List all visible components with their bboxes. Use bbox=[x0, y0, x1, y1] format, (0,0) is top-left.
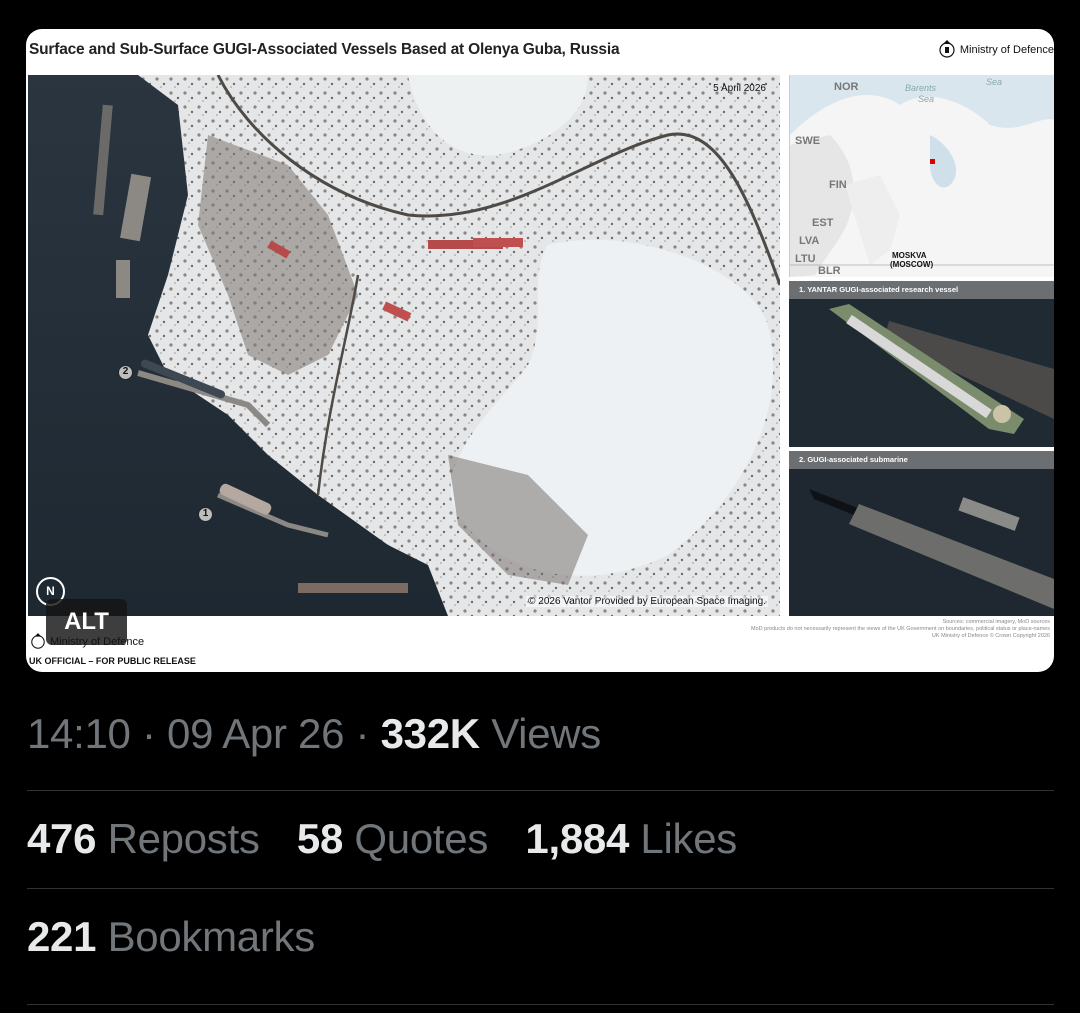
bookmarks-label: Bookmarks bbox=[107, 913, 316, 960]
panel-caption-1: 1. YANTAR GUGI-associated research vesse… bbox=[789, 281, 1054, 299]
location-marker-icon bbox=[930, 159, 935, 164]
submarine-image bbox=[789, 469, 1054, 616]
vessel-marker-1: 1 bbox=[198, 507, 213, 522]
tweet-time[interactable]: 14:10 bbox=[27, 710, 131, 757]
views-label: Views bbox=[491, 710, 601, 757]
inset-panel-research-vessel: 1. YANTAR GUGI-associated research vesse… bbox=[789, 281, 1054, 447]
likes-stat-link[interactable]: 1,884 Likes bbox=[525, 815, 737, 863]
map-sea-label-barents: Barents bbox=[905, 83, 937, 93]
bookmarks-stat-link[interactable]: 221 Bookmarks bbox=[27, 913, 315, 961]
map-label-swe: SWE bbox=[795, 135, 821, 147]
tweet-timestamp-line: 14:10 · 09 Apr 26 · 332K Views bbox=[27, 710, 601, 758]
map-city-moskva: MOSKVA bbox=[892, 251, 927, 260]
bookmarks-count: 221 bbox=[27, 913, 97, 960]
divider bbox=[27, 888, 1054, 889]
reposts-count: 476 bbox=[27, 815, 97, 862]
location-inset-map: NOR SWE FIN EST LVA LTU BLR Barents Sea … bbox=[789, 75, 1054, 277]
map-label-blr: BLR bbox=[818, 265, 841, 277]
royal-crest-icon-footer bbox=[31, 633, 45, 649]
reposts-stat-link[interactable]: 476 Reposts bbox=[27, 815, 260, 863]
royal-crest-icon bbox=[939, 40, 955, 58]
tweet-media-image[interactable]: Surface and Sub-Surface GUGI-Associated … bbox=[26, 29, 1054, 672]
map-city-moscow: (MOSCOW) bbox=[890, 260, 934, 269]
classification-label: UK OFFICIAL – FOR PUBLIC RELEASE bbox=[29, 656, 196, 666]
views-count: 332K bbox=[380, 710, 481, 757]
tweet-date[interactable]: 09 Apr 26 bbox=[167, 710, 344, 757]
research-vessel-image bbox=[789, 299, 1054, 447]
disclaimer-line: UK Ministry of Defence © Crown Copyright… bbox=[931, 633, 1050, 639]
inset-map-shapes bbox=[790, 75, 1054, 277]
mod-header-brand: Ministry of Defence bbox=[959, 44, 1054, 56]
briefing-title: Surface and Sub-Surface GUGI-Associated … bbox=[29, 41, 620, 58]
disclaimer-line: Sources: commercial imagery, MoD sources bbox=[942, 619, 1050, 625]
map-sea-label-sea-2: Sea bbox=[986, 77, 1003, 87]
panel-caption-2: 2. GUGI-associated submarine bbox=[789, 451, 1054, 469]
map-label-nor: NOR bbox=[834, 81, 859, 93]
alt-text-button[interactable]: ALT bbox=[46, 599, 127, 645]
satellite-scene bbox=[28, 75, 780, 616]
map-label-est: EST bbox=[812, 217, 834, 229]
vessel-marker-2: 2 bbox=[118, 365, 133, 380]
quotes-label: Quotes bbox=[354, 815, 489, 862]
meta-separator: · bbox=[141, 710, 156, 757]
image-date-stamp: 5 April 2026 bbox=[713, 83, 766, 94]
divider bbox=[27, 1004, 1054, 1005]
engagement-stats: 476 Reposts 58 Quotes 1,884 Likes bbox=[27, 815, 763, 863]
imagery-credit: © 2026 Vantor Provided by European Space… bbox=[526, 596, 768, 607]
reposts-label: Reposts bbox=[107, 815, 260, 862]
disclaimer-line: MoD products do not necessarily represen… bbox=[751, 626, 1050, 632]
map-label-ltu: LTU bbox=[795, 253, 816, 265]
image-disclaimer: Sources: commercial imagery, MoD sources… bbox=[750, 619, 1050, 640]
quotes-stat-link[interactable]: 58 Quotes bbox=[297, 815, 488, 863]
divider bbox=[27, 790, 1054, 791]
quotes-count: 58 bbox=[296, 815, 344, 862]
map-label-fin: FIN bbox=[829, 179, 847, 191]
map-sea-label-sea: Sea bbox=[918, 94, 935, 104]
inset-panel-submarine: 2. GUGI-associated submarine bbox=[789, 451, 1054, 616]
satellite-image-main: 5 April 2026 © 2026 Vantor Provided by E… bbox=[28, 75, 780, 616]
meta-separator: · bbox=[355, 710, 370, 757]
map-label-lva: LVA bbox=[799, 235, 820, 247]
mod-header-logo: Ministry of Defence bbox=[938, 39, 1054, 61]
likes-count: 1,884 bbox=[525, 815, 630, 862]
likes-label: Likes bbox=[640, 815, 737, 862]
